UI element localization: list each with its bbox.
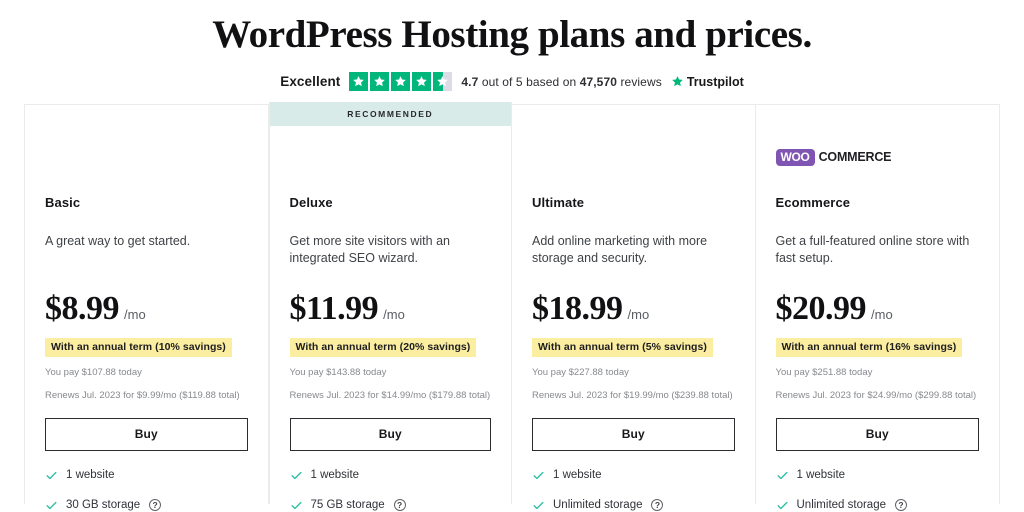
trustpilot-score-suffix: reviews	[617, 74, 662, 89]
help-icon[interactable]: ?	[894, 499, 907, 512]
check-icon	[46, 471, 57, 479]
trustpilot-rating: Excellent 4.7 out of 5 based on 47,570 r…	[0, 72, 1024, 92]
feature-label: 1 website	[553, 469, 602, 482]
feature-item: 1 website	[290, 469, 492, 482]
plan-price-row: $18.99 /mo	[532, 292, 735, 326]
feature-label: Unlimited storage	[553, 499, 643, 512]
plan-today-price: You pay $227.88 today	[532, 367, 629, 378]
plan-today-price: You pay $251.88 today	[775, 367, 873, 378]
plan-description: Get a full-featured online store with fa…	[775, 234, 970, 266]
half-star-icon	[433, 72, 453, 92]
plan-price-row: $20.99 /mo	[776, 292, 980, 326]
plan-savings-badge: With an annual term (5% savings)	[532, 338, 713, 357]
feature-item: 1 website	[45, 469, 248, 482]
plan-price: $18.99	[532, 290, 623, 327]
plan-renewal-price: Renews Jul. 2023 for $14.99/mo ($179.88 …	[289, 390, 491, 402]
trustpilot-stars	[349, 72, 453, 92]
page-title: WordPress Hosting plans and prices.	[212, 13, 812, 56]
plan-today-price: You pay $143.88 today	[289, 367, 387, 378]
check-icon	[533, 471, 544, 479]
woocommerce-mark: WOO	[775, 148, 815, 166]
plan-price-period: /mo	[124, 307, 146, 322]
plan-renewal-price: Renews Jul. 2023 for $9.99/mo ($119.88 t…	[45, 390, 240, 402]
star-icon	[412, 72, 432, 92]
plans-grid: Basic A great way to get started. $8.99 …	[24, 102, 1000, 512]
woocommerce-wordmark: COMMERCE	[818, 150, 892, 164]
plan-savings-badge: With an annual term (10% savings)	[45, 338, 232, 357]
trustpilot-star-icon	[672, 76, 683, 87]
feature-item: 1 website	[532, 469, 735, 482]
plan-feature-list: 1 website Unlimited storage ?	[776, 469, 980, 512]
plan-feature-list: 1 website 30 GB storage ?	[45, 469, 248, 512]
feature-label: 1 website	[796, 469, 846, 482]
star-icon	[349, 72, 369, 92]
plan-feature-list: 1 website Unlimited storage ?	[532, 469, 735, 512]
plan-name: Deluxe	[289, 195, 333, 210]
feature-label: Unlimited storage	[796, 499, 886, 512]
plan-feature-list: 1 website 75 GB storage ?	[290, 469, 492, 512]
help-icon[interactable]: ?	[651, 499, 664, 512]
feature-label: 75 GB storage	[310, 499, 385, 512]
plan-savings-badge: With an annual term (16% savings)	[775, 338, 963, 357]
plan-renewal-price: Renews Jul. 2023 for $24.99/mo ($299.88 …	[775, 390, 977, 402]
check-icon	[777, 471, 787, 479]
plan-price: $20.99	[775, 290, 867, 327]
plan-name: Ultimate	[532, 195, 585, 210]
plan-price-period: /mo	[871, 307, 893, 322]
feature-label: 30 GB storage	[66, 499, 141, 512]
feature-label: 1 website	[66, 469, 115, 482]
plan-card-basic: Basic A great way to get started. $8.99 …	[25, 105, 269, 512]
buy-button[interactable]: Buy	[532, 417, 735, 451]
help-icon[interactable]: ?	[393, 499, 406, 512]
star-icon	[370, 72, 390, 92]
plan-name: Basic	[45, 195, 81, 210]
plan-price-period: /mo	[627, 307, 650, 322]
plan-price-row: $11.99 /mo	[290, 292, 492, 326]
plan-card-ecommerce: WOO COMMERCE Ecommerce Get a full-featur…	[755, 105, 999, 512]
plan-price: $11.99	[289, 290, 379, 327]
plan-savings-badge: With an annual term (20% savings)	[289, 338, 477, 357]
feature-label: 1 website	[310, 469, 360, 482]
plan-badge-slot	[290, 126, 492, 195]
feature-item: 1 website	[776, 469, 980, 482]
trustpilot-score-middle: out of 5 based on	[478, 74, 580, 89]
plan-badge-slot	[45, 105, 248, 195]
buy-button[interactable]: Buy	[45, 417, 248, 451]
plan-badge-slot	[532, 105, 735, 195]
trustpilot-logo[interactable]: Trustpilot	[671, 75, 744, 89]
trustpilot-score-value: 4.7	[461, 74, 479, 89]
plan-card-ultimate: Ultimate Add online marketing with more …	[512, 105, 756, 512]
star-icon	[391, 72, 411, 92]
plan-price-period: /mo	[383, 307, 405, 322]
plan-card-deluxe: RECOMMENDED Deluxe Get more site visitor…	[268, 102, 512, 512]
plan-renewal-price: Renews Jul. 2023 for $19.99/mo ($239.88 …	[532, 390, 733, 402]
woocommerce-logo: WOO COMMERCE	[775, 148, 892, 166]
check-icon	[291, 471, 301, 479]
plan-description: A great way to get started.	[45, 234, 191, 248]
plan-today-price: You pay $107.88 today	[45, 367, 142, 378]
plan-description: Add online marketing with more storage a…	[532, 234, 708, 266]
trustpilot-review-count: 47,570	[579, 74, 618, 89]
buy-button[interactable]: Buy	[775, 417, 979, 451]
plan-price: $8.99	[45, 290, 120, 327]
plan-description: Get more site visitors with an integrate…	[289, 234, 450, 266]
recommended-ribbon: RECOMMENDED	[269, 102, 511, 126]
plan-badge-slot: WOO COMMERCE	[775, 105, 980, 195]
plan-price-row: $8.99 /mo	[45, 292, 248, 326]
buy-button[interactable]: Buy	[289, 417, 491, 451]
pricing-page: WordPress Hosting plans and prices. Exce…	[0, 0, 1024, 512]
trustpilot-brand-label: Trustpilot	[686, 74, 744, 89]
help-icon[interactable]: ?	[149, 499, 162, 512]
plan-name: Ecommerce	[775, 195, 851, 210]
trustpilot-score-text: 4.7 out of 5 based on 47,570 reviews	[461, 75, 661, 89]
trustpilot-rating-word: Excellent	[280, 74, 341, 90]
